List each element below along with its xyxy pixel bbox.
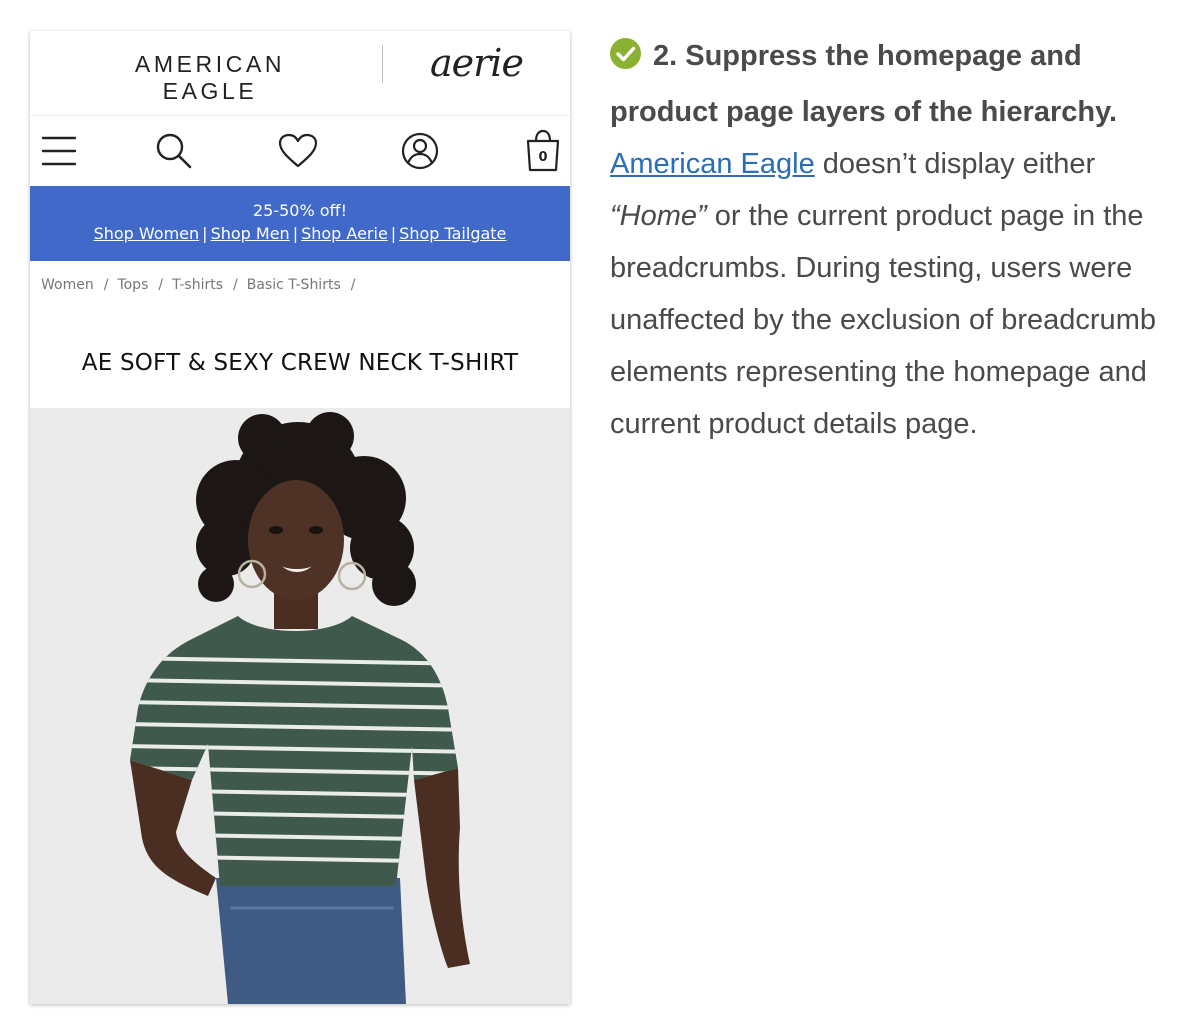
breadcrumb-item-tops[interactable]: Tops bbox=[117, 277, 148, 293]
product-title: AE SOFT & SEXY CREW NECK T-SHIRT bbox=[81, 350, 519, 376]
shop-tailgate-link[interactable]: Shop Tailgate bbox=[399, 224, 506, 243]
article-body: American Eagle doesn’t display either “H… bbox=[610, 138, 1170, 450]
breadcrumb-item-basic-tshirts[interactable]: Basic T-Shirts bbox=[247, 277, 341, 293]
shop-men-link[interactable]: Shop Men bbox=[211, 224, 290, 243]
american-eagle-logo[interactable]: AMERICAN EAGLE bbox=[88, 51, 332, 105]
heading-text: 2. Suppress the homepage and product pag… bbox=[610, 40, 1118, 128]
bag-icon[interactable]: 0 bbox=[520, 128, 566, 174]
promo-banner: 25-50% off! Shop Women | Shop Men | Shop Aer… bbox=[30, 186, 570, 261]
body-text-2: or the current product page in the bread… bbox=[610, 200, 1156, 440]
search-icon[interactable] bbox=[151, 128, 197, 174]
promo-links: Shop Women | Shop Men | Shop Aerie | Shop Tail… bbox=[30, 222, 570, 246]
bag-count: 0 bbox=[538, 150, 547, 165]
menu-icon[interactable] bbox=[36, 128, 82, 174]
breadcrumb-item-women[interactable]: Women bbox=[41, 277, 94, 293]
body-text-1: doesn’t display either bbox=[814, 148, 1096, 180]
breadcrumb-separator: / bbox=[158, 277, 164, 293]
article-text: 2. Suppress the homepage and product pag… bbox=[610, 30, 1170, 450]
breadcrumb: Women / Tops / T-shirts / Basic T-Shirts / bbox=[30, 261, 570, 313]
shop-women-link[interactable]: Shop Women bbox=[94, 224, 200, 243]
account-icon[interactable] bbox=[397, 128, 443, 174]
american-eagle-link[interactable]: American Eagle bbox=[610, 148, 815, 180]
breadcrumb-separator: / bbox=[233, 277, 238, 293]
nav-icon-bar: 0 bbox=[30, 116, 570, 186]
product-photo[interactable] bbox=[30, 408, 570, 1004]
brand-divider bbox=[382, 45, 383, 83]
link-separator: | bbox=[390, 224, 397, 243]
check-circle-icon bbox=[610, 34, 641, 86]
home-quote: “Home” bbox=[610, 200, 707, 232]
breadcrumb-separator: / bbox=[103, 277, 109, 293]
heart-icon[interactable] bbox=[275, 128, 321, 174]
brand-header: AMERICAN EAGLE aerie bbox=[30, 31, 570, 116]
breadcrumb-separator: / bbox=[350, 277, 356, 293]
breadcrumb-item-tshirts[interactable]: T-shirts bbox=[172, 277, 223, 293]
promo-headline: 25-50% off! bbox=[252, 201, 347, 220]
link-separator: | bbox=[202, 224, 208, 243]
aerie-logo[interactable]: aerie bbox=[430, 41, 524, 85]
article-heading: 2. Suppress the homepage and product pag… bbox=[610, 30, 1170, 138]
phone-screenshot: AMERICAN EAGLE aerie 0 25-50% off! Shop … bbox=[30, 31, 570, 1004]
link-separator: | bbox=[292, 224, 299, 243]
shop-aerie-link[interactable]: Shop Aerie bbox=[301, 224, 388, 243]
